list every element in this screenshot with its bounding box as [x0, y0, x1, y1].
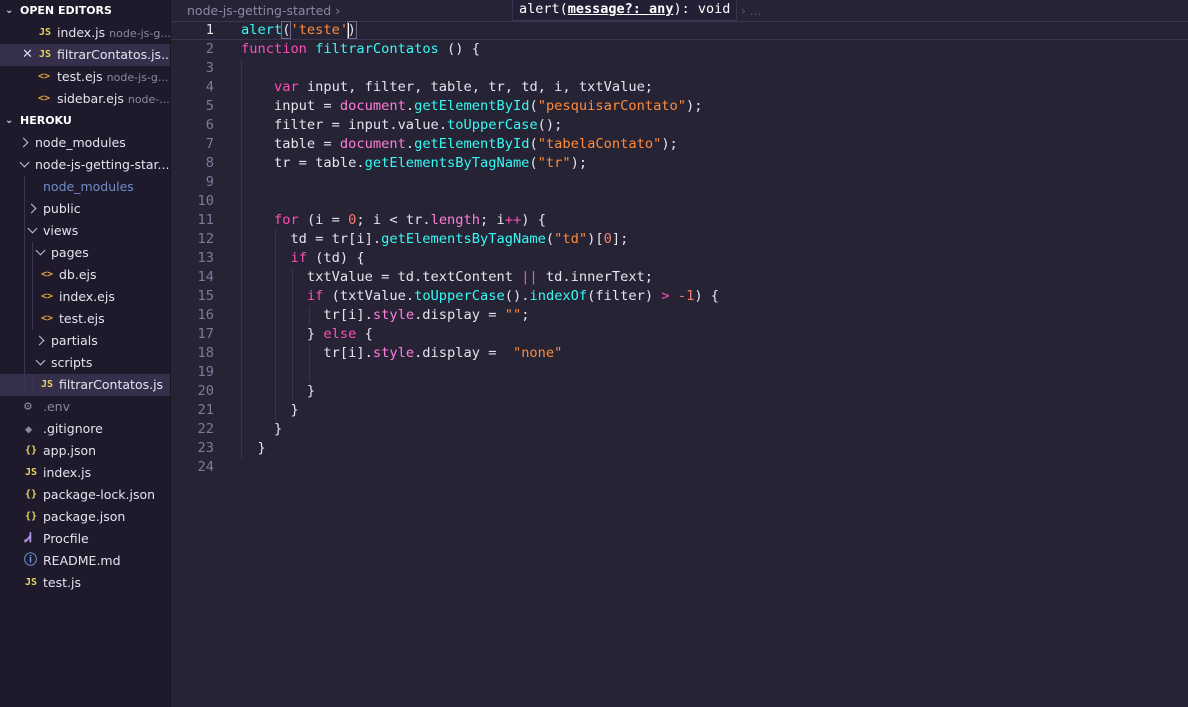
file-db-ejs[interactable]: <> db.ejs [0, 264, 170, 286]
code-line[interactable]: 17 } else { [171, 325, 1188, 344]
close-icon[interactable]: ✕ [22, 44, 33, 66]
file-index-js[interactable]: JS index.js [0, 462, 170, 484]
code-line[interactable]: 20 } [171, 382, 1188, 401]
file-readme-md[interactable]: ⓘ README.md [0, 550, 170, 572]
code-line[interactable]: 6 filter = input.value.toUpperCase(); [171, 116, 1188, 135]
code-line[interactable]: 22 } [171, 420, 1188, 439]
file-filtrar-contatos-js[interactable]: JS filtrarContatos.js [0, 374, 170, 396]
code-line[interactable]: 14 txtValue = td.textContent || td.inner… [171, 268, 1188, 287]
file-procfile[interactable]: Ꮧ Procfile [0, 528, 170, 550]
code-line[interactable]: 9 [171, 173, 1188, 192]
code-line[interactable]: 15 if (txtValue.toUpperCase().indexOf(fi… [171, 287, 1188, 306]
code-line[interactable]: 21 } [171, 401, 1188, 420]
code-area[interactable]: 1 alert('teste') 2 function filtrarContato… [171, 21, 1188, 477]
folder-node-js-getting-started[interactable]: node-js-getting-star... [0, 154, 170, 176]
code-editor[interactable]: node-js-getting-started › alert(message?… [171, 0, 1188, 707]
code-line[interactable]: 11 for (i = 0; i < tr.length; i++) { [171, 211, 1188, 230]
chevron-down-icon: ⌄ [5, 5, 14, 16]
json-file-icon: {} [25, 489, 38, 500]
folder-views[interactable]: views [0, 220, 170, 242]
js-file-icon: JS [39, 27, 52, 38]
code-line[interactable]: 3 [171, 59, 1188, 78]
folder-pages[interactable]: pages [0, 242, 170, 264]
ejs-file-icon: <> [38, 93, 51, 104]
ejs-file-icon: <> [38, 71, 51, 82]
code-line[interactable]: 12 td = tr[i].getElementsByTagName("td")… [171, 230, 1188, 249]
code-line[interactable]: 16 tr[i].style.display = ""; [171, 306, 1188, 325]
code-line[interactable]: 4 var input, filter, table, tr, td, i, t… [171, 78, 1188, 97]
breadcrumb[interactable]: node-js-getting-started › [187, 0, 340, 22]
open-editor-item-active[interactable]: ✕ JS filtrarContatos.js... [0, 44, 170, 66]
folder-node-modules[interactable]: node_modules [0, 132, 170, 154]
chevron-right-icon [34, 335, 45, 346]
heroku-icon: Ꮧ [25, 531, 32, 546]
json-file-icon: {} [25, 511, 38, 522]
file-gitignore[interactable]: ◆ .gitignore [0, 418, 170, 440]
git-icon: ◆ [25, 422, 33, 436]
file-env[interactable]: ⚙ .env [0, 396, 170, 418]
chevron-down-icon [35, 245, 46, 256]
parameter-hint-tooltip: alert(message?: any): void [512, 0, 738, 21]
js-file-icon: JS [39, 49, 52, 60]
code-line[interactable]: 8 tr = table.getElementsByTagName("tr"); [171, 154, 1188, 173]
code-line[interactable]: 23 } [171, 439, 1188, 458]
open-editors-header[interactable]: ⌄ OPEN EDITORS [0, 0, 170, 22]
heroku-folder-header[interactable]: ⌄ HEROKU [0, 110, 170, 132]
js-file-icon: JS [25, 467, 38, 478]
code-line[interactable]: 7 table = document.getElementById("tabel… [171, 135, 1188, 154]
file-test-ejs[interactable]: <> test.ejs [0, 308, 170, 330]
code-line[interactable]: 1 alert('teste') [171, 21, 1188, 40]
breadcrumb-overflow: › … [741, 4, 762, 18]
open-editor-item[interactable]: <> test.ejs node-js-g... [0, 66, 170, 88]
folder-scripts[interactable]: scripts [0, 352, 170, 374]
ejs-file-icon: <> [41, 291, 54, 302]
gear-icon: ⚙ [24, 399, 32, 414]
file-package-json[interactable]: {} package.json [0, 506, 170, 528]
ejs-file-icon: <> [41, 313, 54, 324]
file-index-ejs[interactable]: <> index.ejs [0, 286, 170, 308]
code-line[interactable]: 2 function filtrarContatos () { [171, 40, 1188, 59]
chevron-right-icon [26, 203, 37, 214]
json-file-icon: {} [25, 445, 38, 456]
file-package-lock-json[interactable]: {} package-lock.json [0, 484, 170, 506]
code-line[interactable]: 18 tr[i].style.display = "none" [171, 344, 1188, 363]
code-line[interactable]: 19 [171, 363, 1188, 382]
folder-node-modules-nested[interactable]: node_modules [0, 176, 170, 198]
code-line[interactable]: 13 if (td) { [171, 249, 1188, 268]
js-file-icon: JS [41, 379, 54, 390]
file-app-json[interactable]: {} app.json [0, 440, 170, 462]
chevron-down-icon: ⌄ [5, 115, 14, 126]
code-line[interactable]: 10 [171, 192, 1188, 211]
folder-public[interactable]: public [0, 198, 170, 220]
chevron-right-icon [18, 137, 29, 148]
open-editor-item[interactable]: JS index.js node-js-g... [0, 22, 170, 44]
folder-partials[interactable]: partials [0, 330, 170, 352]
ejs-file-icon: <> [41, 269, 54, 280]
chevron-down-icon [27, 223, 38, 234]
code-line[interactable]: 5 input = document.getElementById("pesqu… [171, 97, 1188, 116]
chevron-down-icon [19, 157, 30, 168]
code-line[interactable]: 24 [171, 458, 1188, 477]
file-test-js[interactable]: JS test.js [0, 572, 170, 594]
js-file-icon: JS [25, 577, 38, 588]
explorer-sidebar: ⌄ OPEN EDITORS JS index.js node-js-g... ✕… [0, 0, 171, 707]
open-editor-item[interactable]: <> sidebar.ejs node-... [0, 88, 170, 110]
chevron-down-icon [35, 355, 46, 366]
info-icon: ⓘ [24, 553, 38, 568]
